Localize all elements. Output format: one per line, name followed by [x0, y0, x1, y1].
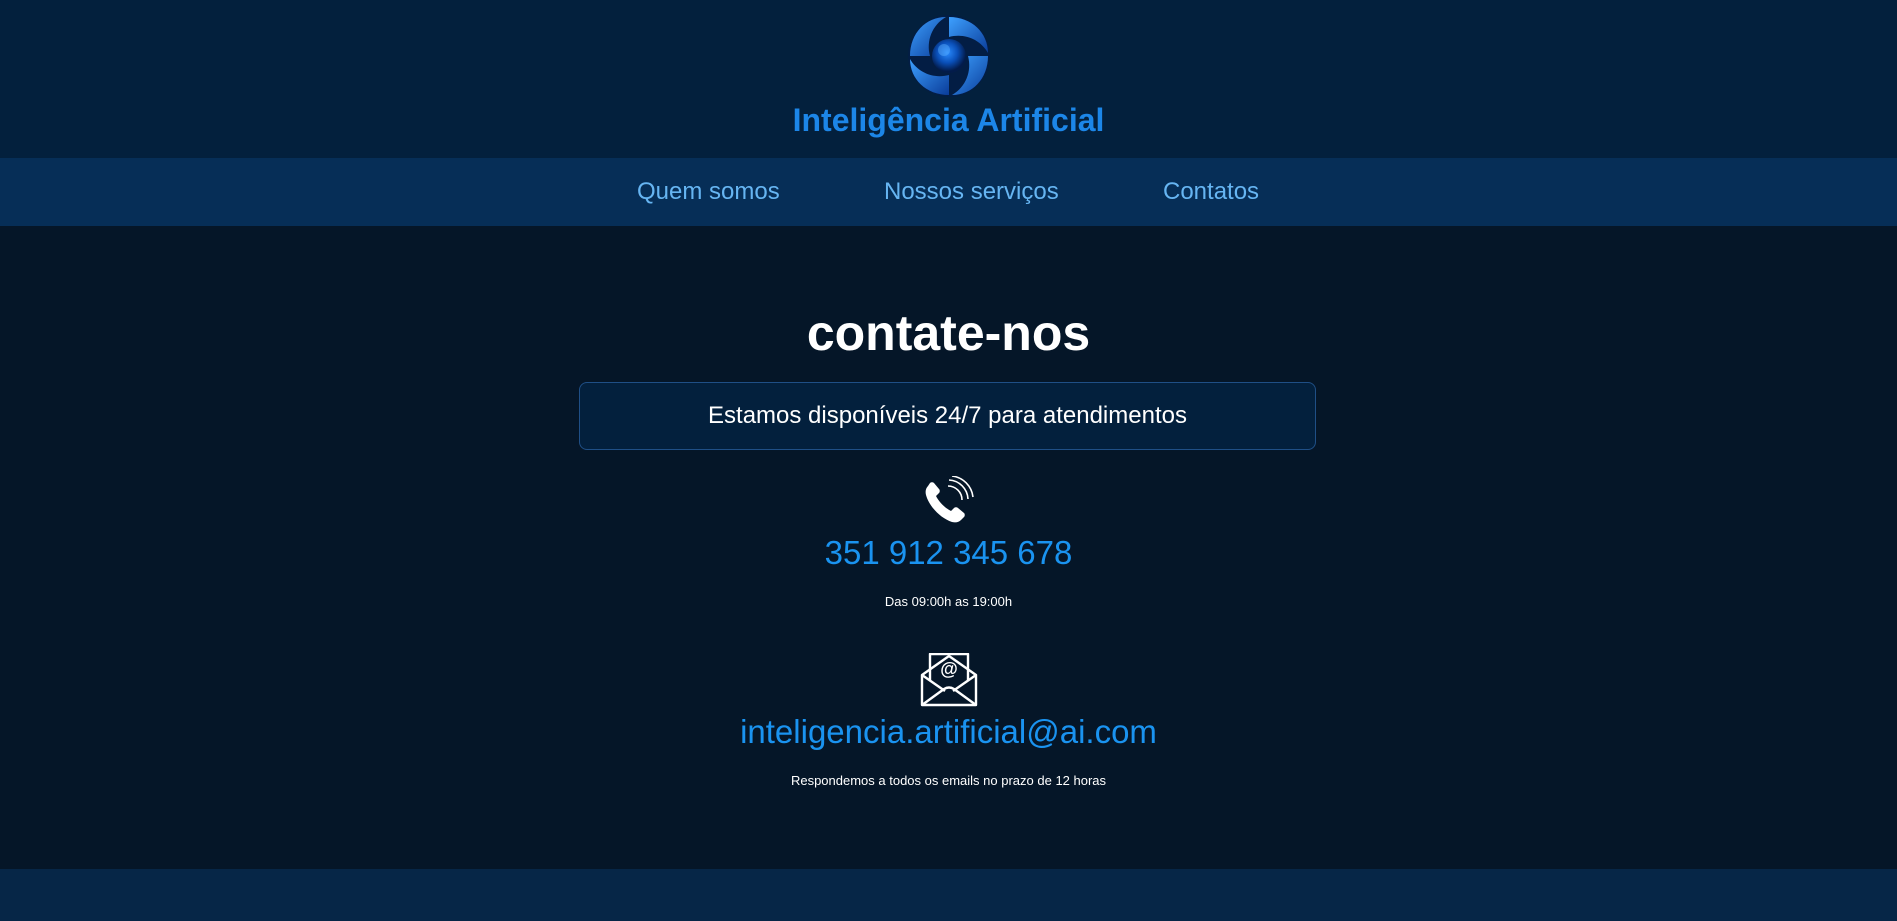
nav-link-contatos[interactable]: Contatos: [1163, 158, 1259, 226]
svg-text:@: @: [940, 659, 958, 679]
email-response-note: Respondemos a todos os emails no prazo d…: [790, 773, 1107, 788]
email-open-icon: @: [920, 653, 978, 707]
nav-link-nossos-servicos[interactable]: Nossos serviços: [884, 158, 1059, 226]
site-footer: [0, 869, 1897, 921]
nav-link-quem-somos[interactable]: Quem somos: [637, 158, 780, 226]
phone-hours-text: Das 09:00h as 19:00h: [884, 594, 1013, 609]
site-title: Inteligência Artificial: [792, 102, 1105, 138]
logo-icon[interactable]: [906, 13, 992, 99]
site-header: Inteligência Artificial: [0, 0, 1897, 158]
phone-number-link[interactable]: 351 912 345 678: [0, 531, 1897, 575]
email-address-link[interactable]: inteligencia.artificial@ai.com: [0, 710, 1897, 754]
availability-banner: Estamos disponíveis 24/7 para atendiment…: [579, 382, 1316, 450]
phone-ringing-icon: [925, 476, 974, 523]
main-nav: Quem somos Nossos serviços Contatos: [0, 158, 1897, 226]
page-title: contate-nos: [806, 305, 1091, 361]
